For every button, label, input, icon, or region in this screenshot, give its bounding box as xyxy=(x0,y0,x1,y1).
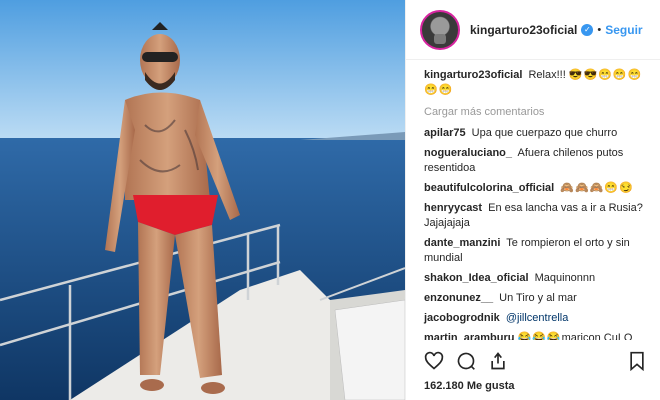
comment-username[interactable]: beautifulcolorina_official xyxy=(424,182,554,194)
comment: jacobogrodnik @jillcentrella xyxy=(424,311,646,326)
comment: apilar75 Upa que cuerpazo que churro xyxy=(424,126,646,141)
comment-username[interactable]: enzonunez__ xyxy=(424,292,493,304)
comment-username[interactable]: apilar75 xyxy=(424,127,466,139)
post-photo[interactable] xyxy=(0,0,405,400)
comment: beautifulcolorina_official 🙈🙈🙈😁😏 xyxy=(424,181,646,196)
caption-text: Relax!!! xyxy=(528,69,566,81)
share-icon[interactable] xyxy=(488,351,508,371)
comment-text: Un Tiro y al mar xyxy=(499,292,577,304)
verified-icon: ✓ xyxy=(581,23,594,36)
comment-username[interactable]: jacobogrodnik xyxy=(424,312,500,324)
post-header: kingarturo23oficial ✓ • Seguir xyxy=(406,0,660,60)
comment: nogueraluciano_ Afuera chilenos putos re… xyxy=(424,146,646,176)
photo-scene xyxy=(0,0,405,400)
caption-username[interactable]: kingarturo23oficial xyxy=(424,69,522,81)
avatar[interactable] xyxy=(420,9,460,50)
comment-username[interactable]: martin_aramburu xyxy=(424,332,514,340)
comment: shakon_Idea_oficial Maquinonnn xyxy=(424,271,646,286)
comments-list: kingarturo23oficial Relax!!! 😎😎😁😁😁😁😁 Car… xyxy=(406,60,660,340)
author-username[interactable]: kingarturo23oficial xyxy=(470,23,577,37)
comment-emoji: 😂😂😂 xyxy=(517,332,562,340)
heart-icon[interactable] xyxy=(424,351,444,371)
comment-text: Maquinonnn xyxy=(534,272,596,284)
comment-username[interactable]: shakon_Idea_oficial xyxy=(424,272,529,284)
caption: kingarturo23oficial Relax!!! 😎😎😁😁😁😁😁 xyxy=(424,68,646,98)
follow-button[interactable]: Seguir xyxy=(605,23,642,37)
comment: dante_manzini Te rompieron el orto y sin… xyxy=(424,236,646,266)
comment-username[interactable]: dante_manzini xyxy=(424,237,500,249)
action-bar xyxy=(424,348,646,374)
comment-mention[interactable]: @jillcentrella xyxy=(506,312,569,324)
comment-username[interactable]: henryycast xyxy=(424,202,482,214)
separator-dot: • xyxy=(597,23,602,36)
load-more-comments[interactable]: Cargar más comentarios xyxy=(424,106,646,118)
comment: henryycast En esa lancha vas a ir a Rusi… xyxy=(424,201,646,231)
likes-count[interactable]: 162.180 Me gusta xyxy=(424,380,515,392)
comment-icon[interactable] xyxy=(456,351,476,371)
comment-text: Upa que cuerpazo que churro xyxy=(471,127,618,139)
comment: enzonunez__ Un Tiro y al mar xyxy=(424,291,646,306)
comment: martin_aramburu😂😂😂maricon CuLO roto!! La… xyxy=(424,331,646,340)
post-side-panel: kingarturo23oficial ✓ • Seguir kingartur… xyxy=(405,0,660,400)
bookmark-icon[interactable] xyxy=(628,351,646,371)
comment-username[interactable]: nogueraluciano_ xyxy=(424,147,512,159)
comment-text: 🙈🙈🙈😁😏 xyxy=(560,182,634,194)
